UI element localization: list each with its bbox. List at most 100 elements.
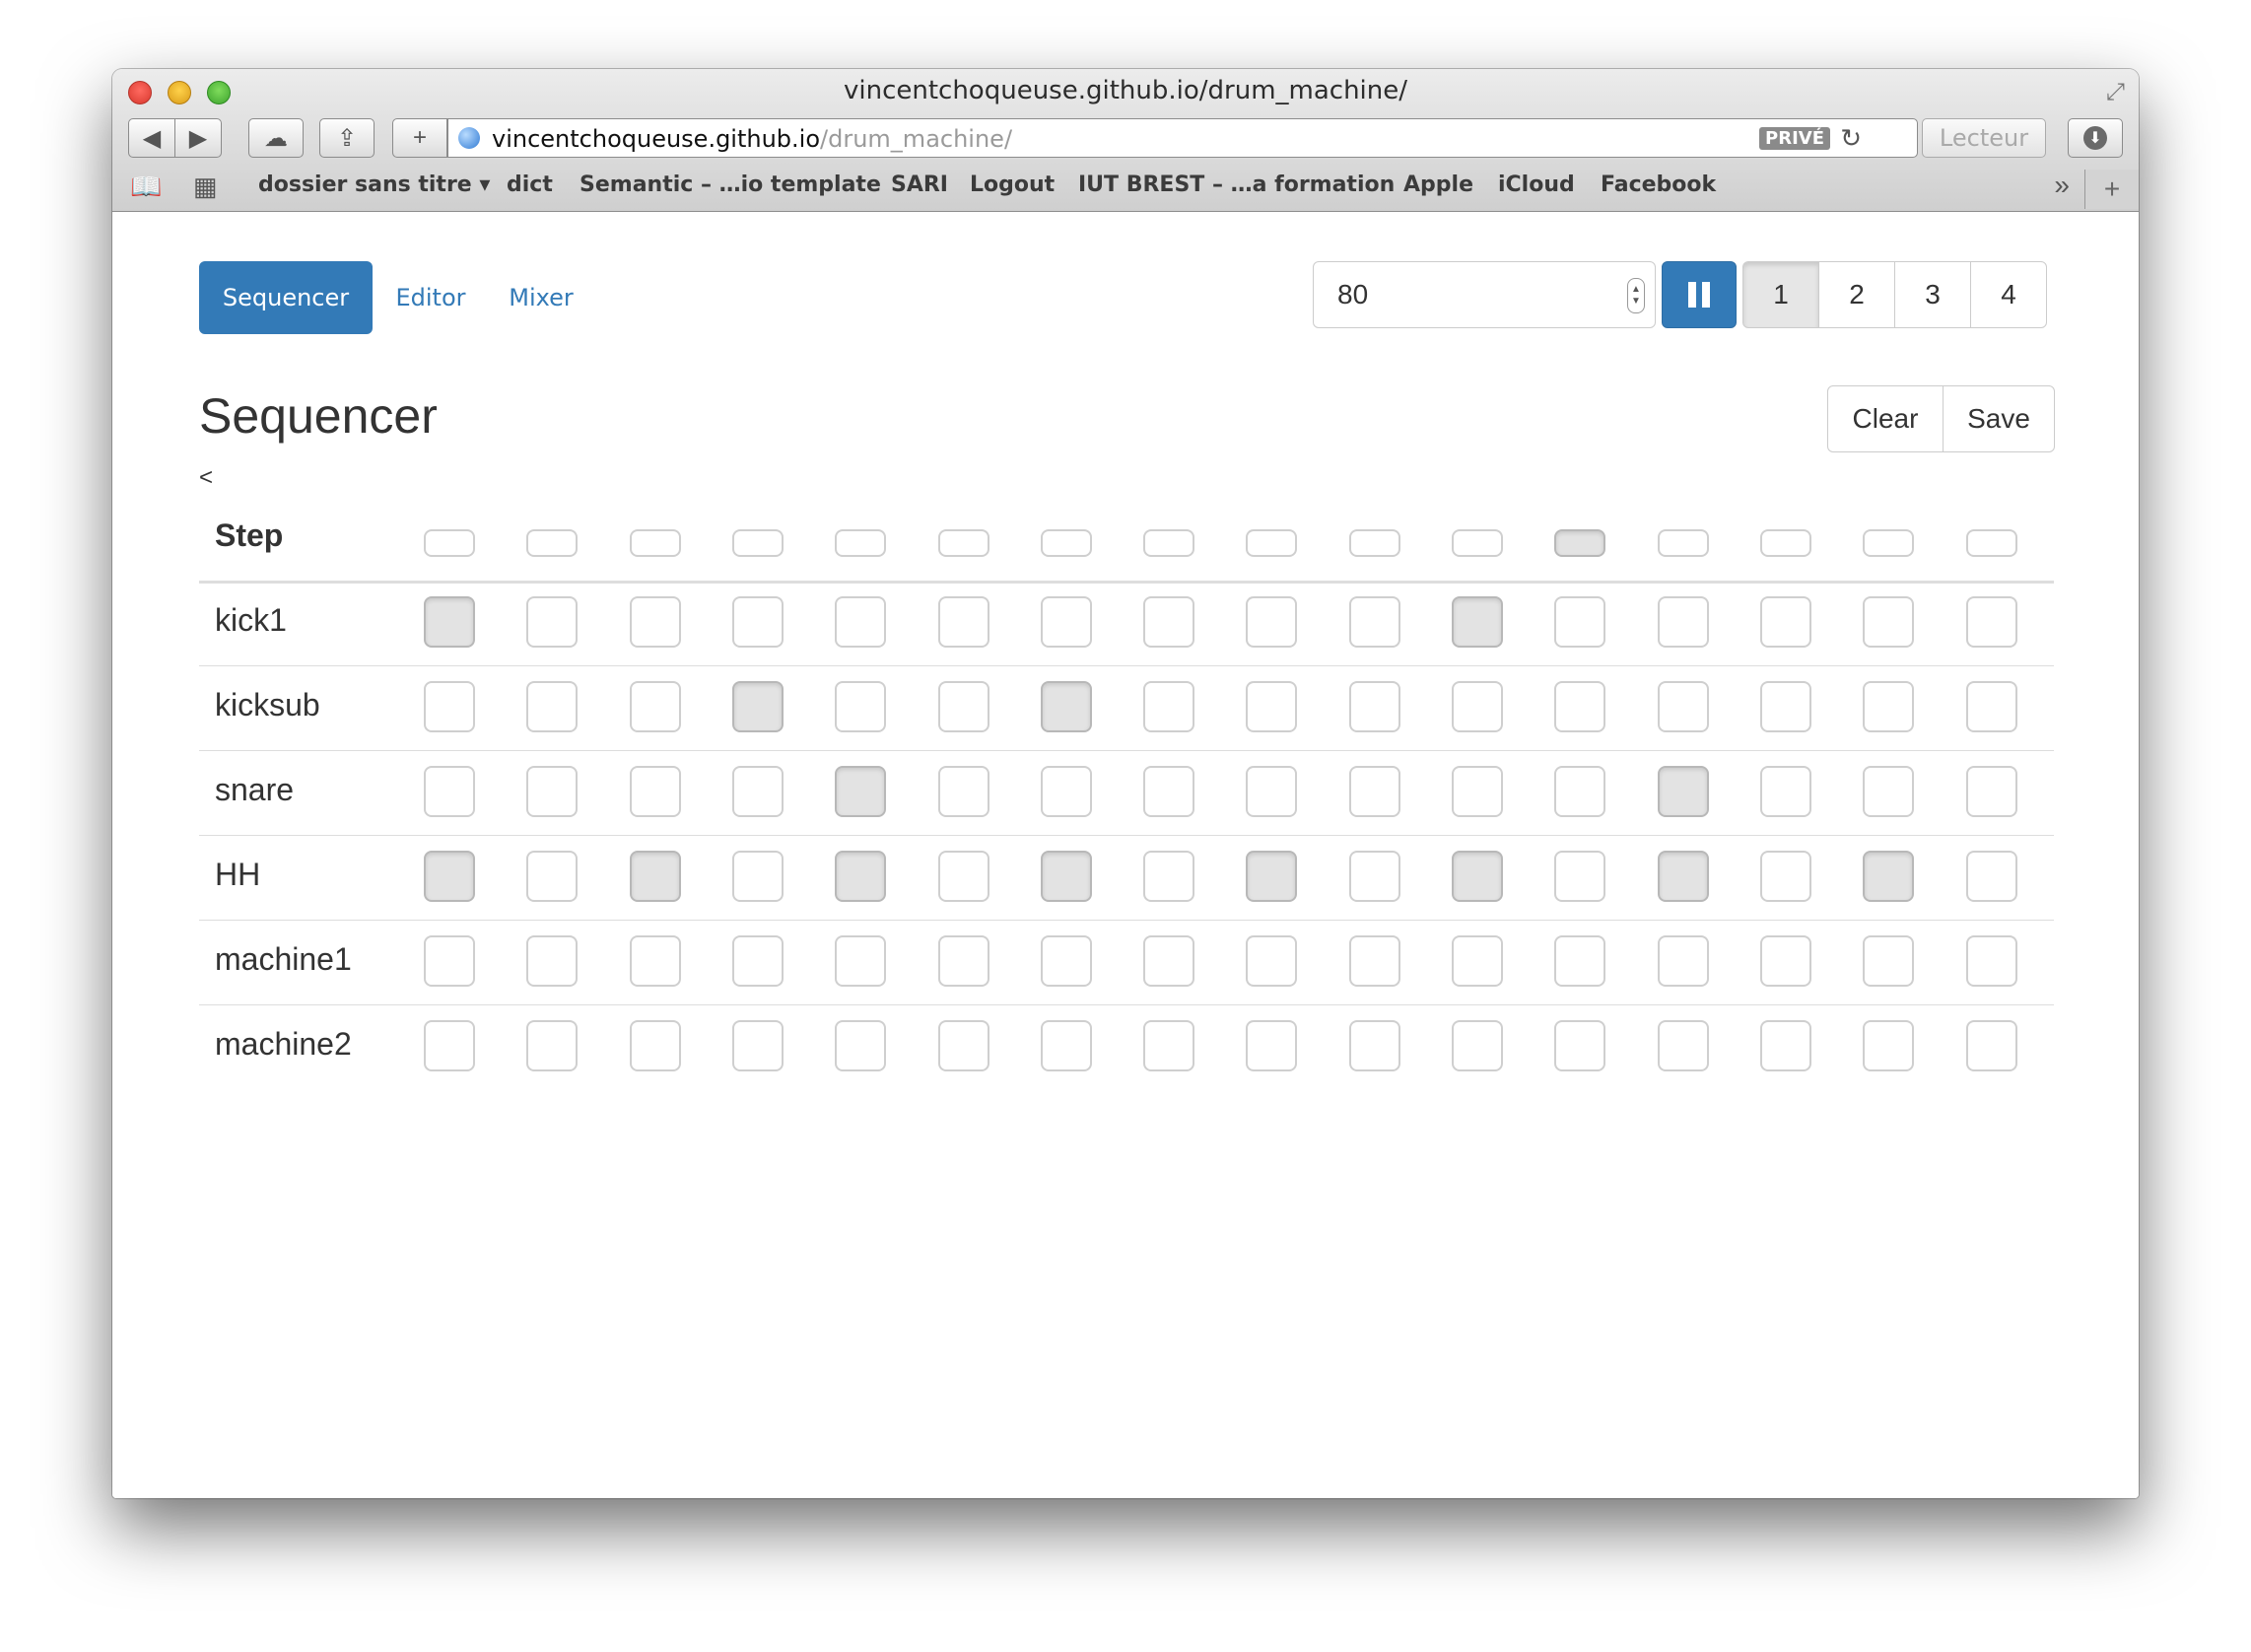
step-toggle[interactable] (1452, 1020, 1503, 1071)
step-toggle[interactable] (1348, 681, 1400, 732)
step-toggle[interactable] (1759, 851, 1811, 902)
step-toggle[interactable] (424, 681, 475, 732)
step-toggle[interactable] (1657, 766, 1709, 817)
reader-button[interactable]: Lecteur (1922, 118, 2046, 158)
step-toggle[interactable] (1246, 935, 1298, 987)
step-toggle[interactable] (1040, 766, 1092, 817)
step-toggle[interactable] (1657, 851, 1709, 902)
step-toggle[interactable] (1863, 681, 1915, 732)
step-toggle[interactable] (1965, 596, 2017, 648)
step-toggle[interactable] (1759, 596, 1811, 648)
add-bookmark-button[interactable]: + (392, 118, 447, 158)
step-toggle[interactable] (937, 851, 989, 902)
step-toggle[interactable] (1965, 851, 2017, 902)
pause-button[interactable] (1662, 261, 1737, 328)
step-toggle[interactable] (1040, 596, 1092, 648)
downloads-button[interactable]: ⬇ (2068, 118, 2123, 158)
tempo-input[interactable]: 80 ▲ ▼ (1313, 261, 1656, 328)
step-toggle[interactable] (1143, 1020, 1195, 1071)
step-toggle[interactable] (835, 851, 887, 902)
back-button[interactable]: ◀ (128, 118, 175, 158)
bookmark-item[interactable]: iCloud (1498, 172, 1575, 197)
icloud-tabs-button[interactable]: ☁ (248, 118, 304, 158)
step-toggle[interactable] (1040, 851, 1092, 902)
step-toggle[interactable] (1759, 1020, 1811, 1071)
step-toggle[interactable] (1554, 681, 1606, 732)
step-toggle[interactable] (1143, 851, 1195, 902)
step-toggle[interactable] (1452, 935, 1503, 987)
back-link[interactable]: < (199, 464, 213, 492)
tab-editor[interactable]: Editor (380, 261, 481, 334)
step-toggle[interactable] (526, 596, 579, 648)
step-toggle[interactable] (1965, 766, 2017, 817)
step-toggle[interactable] (1554, 766, 1606, 817)
step-toggle[interactable] (1246, 596, 1298, 648)
step-toggle[interactable] (424, 1020, 475, 1071)
step-toggle[interactable] (1143, 681, 1195, 732)
step-toggle[interactable] (1657, 1020, 1709, 1071)
step-toggle[interactable] (1348, 1020, 1400, 1071)
bookmark-item[interactable]: Facebook (1601, 172, 1716, 197)
step-toggle[interactable] (526, 935, 579, 987)
step-toggle[interactable] (835, 681, 887, 732)
step-toggle[interactable] (731, 681, 784, 732)
bookmark-item[interactable]: dict (507, 172, 553, 197)
reload-icon[interactable]: ↻ (1840, 123, 1862, 154)
spinner-icon[interactable]: ▲ ▼ (1627, 278, 1645, 313)
pattern-1-button[interactable]: 1 (1742, 261, 1819, 328)
step-toggle[interactable] (424, 596, 475, 648)
step-toggle[interactable] (1554, 851, 1606, 902)
step-toggle[interactable] (937, 935, 989, 987)
step-toggle[interactable] (835, 766, 887, 817)
step-toggle[interactable] (1452, 681, 1503, 732)
bookmark-folder[interactable]: dossier sans titre ▾ (258, 172, 490, 197)
pattern-3-button[interactable]: 3 (1894, 261, 1971, 328)
bookmark-item[interactable]: Apple (1403, 172, 1473, 197)
step-toggle[interactable] (1040, 935, 1092, 987)
pattern-2-button[interactable]: 2 (1818, 261, 1895, 328)
step-toggle[interactable] (1452, 596, 1503, 648)
step-toggle[interactable] (835, 596, 887, 648)
step-toggle[interactable] (835, 1020, 887, 1071)
step-toggle[interactable] (1246, 1020, 1298, 1071)
step-toggle[interactable] (1143, 766, 1195, 817)
step-toggle[interactable] (1863, 1020, 1915, 1071)
step-toggle[interactable] (1040, 1020, 1092, 1071)
new-tab-button[interactable]: + (2084, 170, 2139, 209)
reading-list-icon[interactable]: 📖 (130, 172, 162, 202)
clear-button[interactable]: Clear (1827, 385, 1944, 452)
url-text[interactable]: vincentchoqueuse.github.io/drum_machine/ (492, 125, 1012, 153)
step-toggle[interactable] (1348, 596, 1400, 648)
step-toggle[interactable] (1348, 766, 1400, 817)
step-toggle[interactable] (629, 1020, 681, 1071)
step-toggle[interactable] (1657, 596, 1709, 648)
step-toggle[interactable] (526, 681, 579, 732)
step-toggle[interactable] (835, 935, 887, 987)
step-toggle[interactable] (1348, 935, 1400, 987)
step-toggle[interactable] (629, 935, 681, 987)
more-bookmarks-icon[interactable]: » (2054, 170, 2070, 201)
pattern-4-button[interactable]: 4 (1970, 261, 2047, 328)
step-toggle[interactable] (1143, 596, 1195, 648)
tab-mixer[interactable]: Mixer (497, 261, 585, 334)
step-toggle[interactable] (629, 766, 681, 817)
step-toggle[interactable] (1554, 935, 1606, 987)
step-toggle[interactable] (526, 766, 579, 817)
step-toggle[interactable] (1965, 681, 2017, 732)
bookmark-item[interactable]: SARI (891, 172, 948, 197)
step-toggle[interactable] (1040, 681, 1092, 732)
step-toggle[interactable] (1965, 935, 2017, 987)
top-sites-icon[interactable]: ▦ (193, 172, 218, 202)
step-toggle[interactable] (1863, 851, 1915, 902)
step-toggle[interactable] (1246, 766, 1298, 817)
step-toggle[interactable] (1246, 681, 1298, 732)
bookmark-item[interactable]: Logout (970, 172, 1055, 197)
step-toggle[interactable] (937, 681, 989, 732)
forward-button[interactable]: ▶ (174, 118, 222, 158)
address-bar[interactable]: vincentchoqueuse.github.io/drum_machine/… (447, 118, 1918, 158)
step-toggle[interactable] (424, 766, 475, 817)
step-toggle[interactable] (1657, 681, 1709, 732)
step-toggle[interactable] (937, 1020, 989, 1071)
step-toggle[interactable] (1452, 766, 1503, 817)
step-toggle[interactable] (1759, 766, 1811, 817)
